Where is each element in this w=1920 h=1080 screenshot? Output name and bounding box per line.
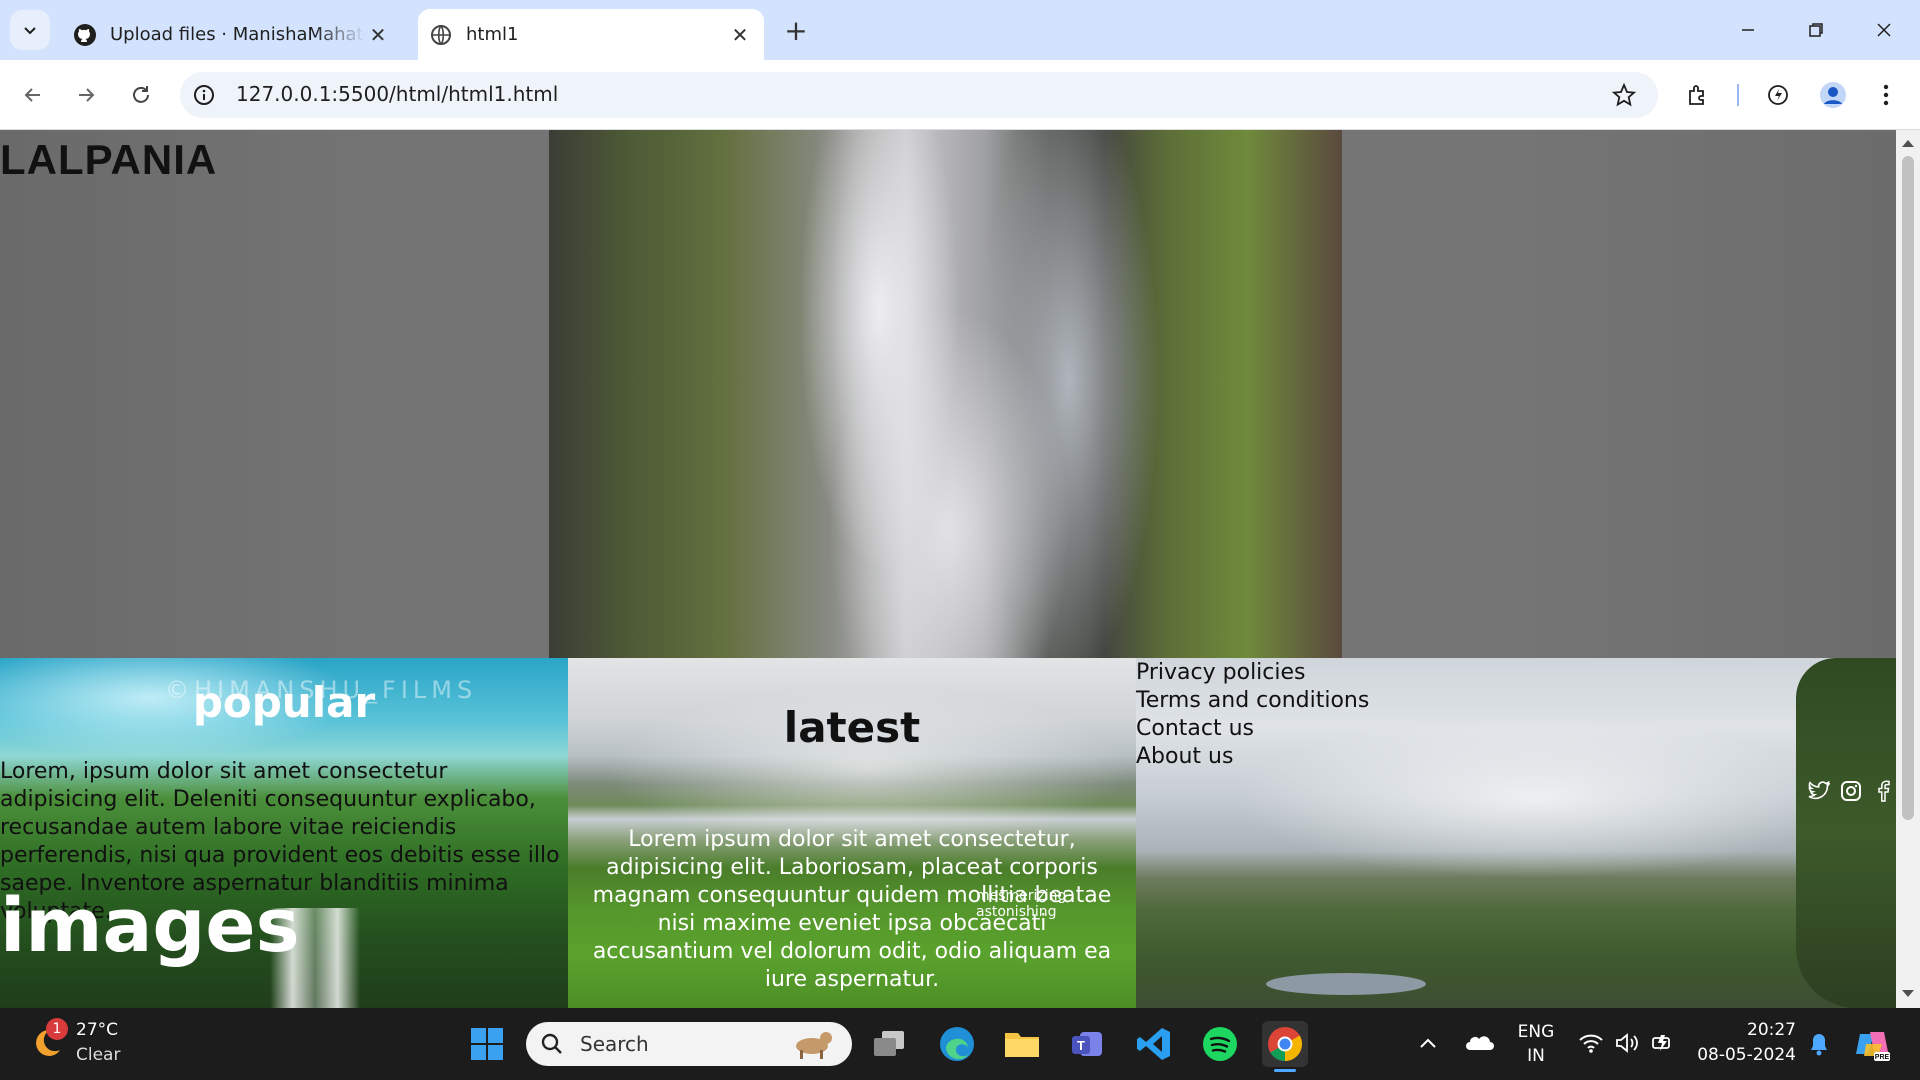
spotify-icon xyxy=(1203,1027,1237,1061)
edge-icon xyxy=(940,1027,974,1061)
instagram-icon[interactable] xyxy=(1838,778,1864,804)
input-language[interactable]: ENG xyxy=(1516,1022,1556,1042)
waterfall-video[interactable] xyxy=(549,130,1342,658)
chevron-down-icon xyxy=(24,27,36,35)
svg-text:T: T xyxy=(1077,1038,1085,1053)
chrome-app[interactable] xyxy=(1262,1021,1308,1067)
performance-icon[interactable] xyxy=(1760,77,1796,113)
popular-heading: popular xyxy=(192,678,376,727)
back-button[interactable] xyxy=(15,77,51,113)
wifi-icon[interactable] xyxy=(1578,1032,1606,1056)
popular-card: ©HIMANSHU_FILMS popular Lorem, ipsum dol… xyxy=(0,658,568,1008)
tab-title: html1 xyxy=(466,24,519,45)
page-scrollbar[interactable] xyxy=(1896,130,1920,1008)
minimize-button[interactable] xyxy=(1728,10,1768,50)
folder-icon xyxy=(1005,1033,1039,1057)
terms-link[interactable]: Terms and conditions xyxy=(1136,688,1369,713)
file-explorer-app[interactable] xyxy=(999,1021,1045,1067)
input-region[interactable]: IN xyxy=(1516,1046,1556,1066)
search-placeholder: Search xyxy=(580,1032,649,1056)
notification-bell-icon[interactable] xyxy=(1808,1032,1832,1058)
weather-condition[interactable]: Clear xyxy=(76,1045,120,1065)
minimize-icon xyxy=(1742,29,1754,31)
scrollbar-thumb[interactable] xyxy=(1902,156,1914,820)
restore-button[interactable] xyxy=(1796,10,1836,50)
about-link[interactable]: About us xyxy=(1136,744,1233,769)
profile-avatar-icon[interactable] xyxy=(1815,77,1851,113)
search-highlight-icon xyxy=(786,1026,838,1062)
tag-astonishing: astonishing xyxy=(976,904,1057,920)
site-logo[interactable]: LALPANIA xyxy=(0,136,217,184)
close-tab-icon[interactable]: ✕ xyxy=(366,23,390,47)
restore-icon xyxy=(1809,23,1823,37)
bookmark-star-icon[interactable] xyxy=(1606,77,1642,113)
forward-button[interactable] xyxy=(68,77,104,113)
contact-link[interactable]: Contact us xyxy=(1136,716,1254,741)
clock-date[interactable]: 08-05-2024 xyxy=(1696,1045,1796,1065)
weather-temp[interactable]: 27°C xyxy=(76,1020,118,1040)
tab-github-upload[interactable]: Upload files · ManishaMahato/C ✕ xyxy=(62,9,402,60)
facebook-icon[interactable] xyxy=(1870,778,1896,804)
globe-icon xyxy=(428,22,454,48)
edge-app[interactable] xyxy=(934,1021,980,1067)
new-tab-button[interactable]: + xyxy=(780,14,812,47)
lake-detail xyxy=(1266,973,1426,995)
vscode-icon xyxy=(1137,1028,1170,1060)
close-icon xyxy=(1877,23,1891,37)
extensions-icon[interactable] xyxy=(1680,77,1716,113)
clock-time[interactable]: 20:27 xyxy=(1700,1020,1796,1040)
tab-html1[interactable]: html1 ✕ xyxy=(418,9,764,60)
latest-heading: latest xyxy=(783,703,921,752)
images-caption: images xyxy=(0,883,300,969)
scroll-down-arrow[interactable] xyxy=(1902,990,1914,997)
tab-search-button[interactable] xyxy=(10,10,50,50)
close-tab-icon[interactable]: ✕ xyxy=(728,23,752,47)
tree-detail xyxy=(1796,658,1896,1008)
more-menu-icon[interactable] xyxy=(1868,77,1904,113)
start-button[interactable] xyxy=(464,1021,510,1067)
reload-icon xyxy=(133,86,149,103)
arrow-right-icon xyxy=(79,88,95,102)
url-text[interactable]: 127.0.0.1:5500/html/html1.html xyxy=(236,82,558,106)
windows-logo-icon xyxy=(471,1028,503,1060)
toolbar-divider xyxy=(1737,84,1739,106)
battery-icon[interactable] xyxy=(1650,1032,1678,1056)
tag-mesmerizing: mesmerizing xyxy=(976,888,1067,904)
tab-title: Upload files · ManishaMahato/C xyxy=(110,24,366,45)
vscode-app[interactable] xyxy=(1131,1021,1177,1067)
scroll-up-arrow[interactable] xyxy=(1902,140,1914,147)
teams-app[interactable]: T xyxy=(1064,1021,1110,1067)
chrome-icon xyxy=(1268,1027,1302,1061)
chevron-up-icon[interactable] xyxy=(1418,1035,1442,1055)
site-info-icon[interactable] xyxy=(192,83,218,109)
latest-card: latest Lorem ipsum dolor sit amet consec… xyxy=(568,658,1136,1008)
privacy-link[interactable]: Privacy policies xyxy=(1136,660,1306,685)
weather-badge: 1 xyxy=(46,1018,68,1040)
active-app-indicator xyxy=(1274,1069,1296,1072)
onedrive-icon[interactable] xyxy=(1464,1032,1494,1056)
page-viewport: LALPANIA ©HIMANSHU_FILMS popular Lorem, … xyxy=(0,130,1896,1008)
twitter-icon[interactable] xyxy=(1806,778,1832,804)
github-icon xyxy=(72,22,98,48)
arrow-left-icon xyxy=(24,88,40,102)
search-icon xyxy=(540,1032,564,1056)
svg-text:PRE: PRE xyxy=(1875,1054,1890,1061)
copilot-icon[interactable]: PRE xyxy=(1852,1024,1892,1064)
reload-button[interactable] xyxy=(123,77,159,113)
volume-icon[interactable] xyxy=(1614,1032,1642,1056)
close-window-button[interactable] xyxy=(1864,10,1904,50)
task-view-button[interactable] xyxy=(866,1021,912,1067)
spotify-app[interactable] xyxy=(1197,1021,1243,1067)
task-view-icon xyxy=(874,1031,904,1056)
teams-icon: T xyxy=(1072,1032,1102,1056)
